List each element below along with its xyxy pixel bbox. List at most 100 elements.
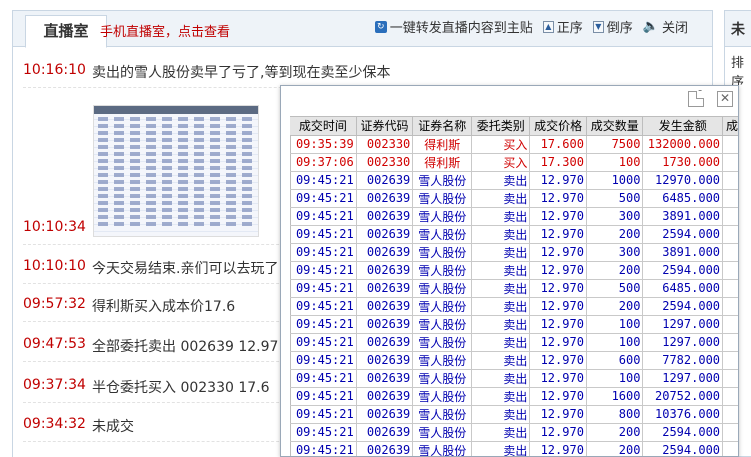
cell-amount: 1297.000 — [642, 333, 724, 352]
cell-price: 12.970 — [529, 405, 587, 424]
cell-time: 09:45:21 — [290, 369, 357, 388]
cell-empty — [722, 297, 738, 316]
cell-code: 002639 — [356, 171, 414, 190]
feed-time: 09:47:53 — [23, 336, 86, 352]
table-row[interactable]: 09:45:21 002639 雪人股份 卖出 12.970 1000 12970.000 — [290, 171, 738, 190]
table-row[interactable]: 09:45:21 002639 雪人股份 卖出 12.970 100 1297.000 — [290, 369, 738, 388]
cell-empty — [722, 153, 738, 172]
cell-type: 卖出 — [471, 441, 531, 456]
cell-price: 12.970 — [529, 279, 587, 298]
sort-desc-button[interactable]: ▼ 倒序 — [592, 17, 633, 36]
cell-price: 12.970 — [529, 243, 587, 262]
cell-price: 12.970 — [529, 351, 587, 370]
cell-name: 雪人股份 — [412, 225, 473, 244]
cell-price: 12.970 — [529, 225, 587, 244]
cell-name: 雪人股份 — [412, 189, 473, 208]
open-external-icon[interactable]: ↗ — [688, 88, 704, 107]
cell-empty — [722, 369, 738, 388]
cell-type: 卖出 — [471, 297, 531, 316]
cell-qty: 200 — [586, 441, 644, 456]
feed-content: 得利斯买入成本价17.6 — [92, 299, 236, 315]
cell-code: 002330 — [356, 135, 414, 154]
cell-type: 卖出 — [471, 315, 531, 334]
table-row[interactable]: 09:35:39 002330 得利斯 买入 17.600 7500 132000.000 — [290, 135, 738, 154]
cell-amount: 1297.000 — [642, 369, 724, 388]
feed-time: 10:10:10 — [23, 258, 86, 274]
header-actions: ↻ 一键转发直播内容到主贴 ▲ 正序 ▼ 倒序 🔈 关闭 — [374, 17, 688, 36]
cell-price: 12.970 — [529, 261, 587, 280]
forward-button[interactable]: ↻ 一键转发直播内容到主贴 — [374, 17, 533, 36]
cell-price: 12.970 — [529, 189, 587, 208]
tab-live-room[interactable]: 直播室 — [25, 15, 107, 48]
cell-type: 卖出 — [471, 351, 531, 370]
cell-time: 09:45:21 — [290, 387, 357, 406]
cell-code: 002639 — [356, 351, 414, 370]
col-header: 证券名称 — [412, 117, 473, 136]
cell-empty — [722, 405, 738, 424]
close-sound-button[interactable]: 🔈 关闭 — [643, 17, 688, 36]
cell-type: 卖出 — [471, 207, 531, 226]
table-row[interactable]: 09:45:21 002639 雪人股份 卖出 12.970 200 2594.000 — [290, 261, 738, 280]
mobile-live-link[interactable]: 手机直播室，点击查看 — [100, 21, 230, 40]
cell-price: 17.600 — [529, 135, 587, 154]
side-sort-label[interactable]: 排序 — [725, 47, 751, 90]
cell-code: 002639 — [356, 333, 414, 352]
cell-empty — [722, 351, 738, 370]
feed-content: 半仓委托买入 002330 17.6 — [92, 380, 270, 396]
cell-code: 002639 — [356, 423, 414, 442]
cell-name: 雪人股份 — [412, 333, 473, 352]
table-row[interactable]: 09:45:21 002639 雪人股份 卖出 12.970 100 1297.000 — [290, 315, 738, 334]
cell-name: 雪人股份 — [412, 207, 473, 226]
cell-empty — [722, 441, 738, 456]
sort-asc-button[interactable]: ▲ 正序 — [542, 17, 583, 36]
table-row[interactable]: 09:45:21 002639 雪人股份 卖出 12.970 200 2594.000 — [290, 441, 738, 456]
cell-name: 得利斯 — [412, 153, 473, 172]
cell-qty: 1600 — [586, 387, 644, 406]
col-header: 证券代码 — [356, 117, 414, 136]
table-row[interactable]: 09:45:21 002639 雪人股份 卖出 12.970 300 3891.000 — [290, 207, 738, 226]
forward-icon: ↻ — [374, 20, 387, 33]
cell-type: 卖出 — [471, 405, 531, 424]
table-row[interactable]: 09:45:21 002639 雪人股份 卖出 12.970 600 7782.000 — [290, 351, 738, 370]
cell-name: 雪人股份 — [412, 351, 473, 370]
table-row[interactable]: 09:37:06 002330 得利斯 买入 17.300 100 1730.000 — [290, 153, 738, 172]
cell-empty — [722, 315, 738, 334]
cell-qty: 300 — [586, 207, 644, 226]
cell-qty: 200 — [586, 225, 644, 244]
cell-name: 雪人股份 — [412, 171, 473, 190]
side-tab[interactable]: 未 — [725, 11, 751, 47]
cell-code: 002639 — [356, 225, 414, 244]
table-row[interactable]: 09:45:21 002639 雪人股份 卖出 12.970 800 10376.000 — [290, 405, 738, 424]
table-row[interactable]: 09:45:21 002639 雪人股份 卖出 12.970 200 2594.000 — [290, 423, 738, 442]
cell-amount: 2594.000 — [642, 441, 724, 456]
cell-amount: 2594.000 — [642, 297, 724, 316]
table-header-row: 成交时间 证券代码 证券名称 委托类别 成交价格 成交数量 发生金额 成 — [290, 117, 738, 136]
feed-time: 10:16:10 — [23, 62, 86, 78]
cell-empty — [722, 171, 738, 190]
cell-name: 得利斯 — [412, 135, 473, 154]
feed-item: 10:16:10 卖出的雪人股份卖早了亏了,等到现在卖至少保本 — [23, 52, 703, 88]
popup-close-icon[interactable]: ✕ — [717, 91, 733, 107]
cell-qty: 200 — [586, 261, 644, 280]
cell-time: 09:45:21 — [290, 405, 357, 424]
cell-name: 雪人股份 — [412, 261, 473, 280]
table-row[interactable]: 09:45:21 002639 雪人股份 卖出 12.970 300 3891.000 — [290, 243, 738, 262]
table-row[interactable]: 09:45:21 002639 雪人股份 卖出 12.970 200 2594.000 — [290, 297, 738, 316]
cell-empty — [722, 261, 738, 280]
table-row[interactable]: 09:45:21 002639 雪人股份 卖出 12.970 100 1297.000 — [290, 333, 738, 352]
cell-name: 雪人股份 — [412, 441, 473, 456]
cell-qty: 200 — [586, 297, 644, 316]
cell-name: 雪人股份 — [412, 297, 473, 316]
cell-code: 002639 — [356, 369, 414, 388]
table-row[interactable]: 09:45:21 002639 雪人股份 卖出 12.970 500 6485.000 — [290, 189, 738, 208]
cell-type: 卖出 — [471, 189, 531, 208]
cell-name: 雪人股份 — [412, 243, 473, 262]
feed-content: 未成交 — [92, 419, 134, 435]
feed-time: 10:10:34 — [23, 219, 86, 235]
table-row[interactable]: 09:45:21 002639 雪人股份 卖出 12.970 200 2594.000 — [290, 225, 738, 244]
cell-qty: 100 — [586, 333, 644, 352]
table-row[interactable]: 09:45:21 002639 雪人股份 卖出 12.970 1600 20752.000 — [290, 387, 738, 406]
cell-empty — [722, 189, 738, 208]
table-row[interactable]: 09:45:21 002639 雪人股份 卖出 12.970 500 6485.000 — [290, 279, 738, 298]
feed-time: 09:34:32 — [23, 416, 86, 432]
